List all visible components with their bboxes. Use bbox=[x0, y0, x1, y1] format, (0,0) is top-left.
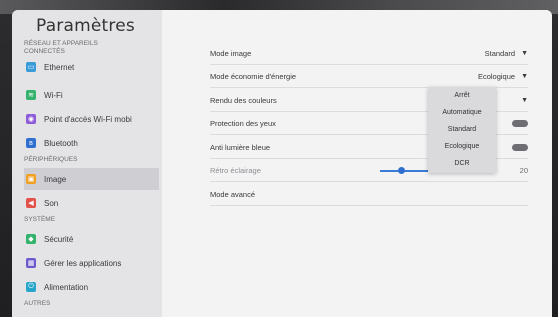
sidebar-item-security[interactable]: ◆ Sécurité bbox=[24, 228, 159, 250]
sidebar-item-label: Ethernet bbox=[44, 62, 75, 72]
dropdown-option[interactable]: Arrêt bbox=[428, 87, 496, 104]
sidebar-item-label: Bluetooth bbox=[44, 138, 78, 148]
dropdown-option[interactable]: Standard bbox=[428, 121, 496, 138]
security-icon: ◆ bbox=[26, 234, 36, 244]
sidebar-item-ethernet[interactable]: ▭ Ethernet bbox=[24, 56, 159, 78]
image-icon: ▣ bbox=[26, 174, 36, 184]
caret-down-icon: ▼ bbox=[521, 50, 528, 57]
settings-screen: Paramètres RÉSEAU ET APPAREILS CONNECTÉS… bbox=[12, 10, 552, 317]
select-value: Ecologique bbox=[477, 72, 516, 81]
sidebar-item-sound[interactable]: ◀ Son bbox=[24, 192, 159, 214]
sidebar-item-label: Son bbox=[44, 198, 59, 208]
row-label: Rendu des couleurs bbox=[210, 96, 277, 105]
section-title-network: RÉSEAU ET APPAREILS CONNECTÉS bbox=[24, 40, 98, 55]
sidebar-item-label: Sécurité bbox=[44, 234, 74, 244]
sound-icon: ◀ bbox=[26, 198, 36, 208]
caret-down-icon: ▼ bbox=[521, 97, 528, 104]
page-title: Paramètres bbox=[36, 16, 135, 36]
section-title-system: SYSTÈME bbox=[24, 216, 56, 223]
row-picture-mode[interactable]: Mode image Standard ▼ bbox=[210, 43, 528, 65]
row-label: Rétro éclairage bbox=[210, 166, 261, 175]
bluetooth-icon: ʙ bbox=[26, 138, 36, 148]
row-label: Mode avancé bbox=[210, 190, 256, 199]
energy-mode-dropdown: Arrêt Automatique Standard Ecologique DC… bbox=[428, 87, 496, 173]
row-label: Anti lumière bleue bbox=[210, 143, 271, 152]
hotspot-icon: ◉ bbox=[26, 114, 36, 124]
sidebar-item-label: Gérer les applications bbox=[44, 258, 122, 268]
caret-down-icon: ▼ bbox=[521, 73, 528, 80]
sidebar: Paramètres RÉSEAU ET APPAREILS CONNECTÉS… bbox=[12, 10, 162, 317]
sidebar-item-label: Wi-Fi bbox=[44, 90, 63, 100]
select-value: Standard bbox=[484, 49, 516, 58]
dropdown-option[interactable]: DCR bbox=[428, 155, 496, 172]
sidebar-item-apps[interactable]: ▦ Gérer les applications bbox=[24, 252, 159, 274]
eye-protection-toggle[interactable] bbox=[512, 120, 528, 127]
row-label: Mode image bbox=[210, 49, 252, 58]
sidebar-item-bluetooth[interactable]: ʙ Bluetooth bbox=[24, 132, 159, 154]
picture-mode-select[interactable]: Standard ▼ bbox=[485, 49, 528, 58]
blue-light-toggle[interactable] bbox=[512, 144, 528, 151]
backlight-slider-thumb[interactable] bbox=[398, 167, 405, 174]
section-title-peripherals: PÉRIPHÉRIQUES bbox=[24, 156, 78, 163]
sidebar-item-image[interactable]: ▣ Image bbox=[24, 168, 159, 190]
dropdown-option[interactable]: Ecologique bbox=[428, 138, 496, 155]
dropdown-option[interactable]: Automatique bbox=[428, 104, 496, 121]
apps-icon: ▦ bbox=[26, 258, 36, 268]
row-label: Mode économie d'énergie bbox=[210, 72, 297, 81]
section-title-others: AUTRES bbox=[24, 300, 51, 307]
backlight-value: 20 bbox=[519, 166, 528, 175]
sidebar-item-wifi[interactable]: ≋ Wi-Fi bbox=[24, 84, 159, 106]
main-panel: Mode image Standard ▼ Mode économie d'én… bbox=[162, 10, 552, 317]
wifi-icon: ≋ bbox=[26, 90, 36, 100]
row-label: Protection des yeux bbox=[210, 119, 276, 128]
color-rendering-select[interactable]: ▼ bbox=[515, 97, 528, 104]
sidebar-item-label: Alimentation bbox=[44, 282, 89, 292]
energy-saving-select[interactable]: Ecologique ▼ bbox=[478, 72, 528, 81]
ethernet-icon: ▭ bbox=[26, 62, 36, 72]
sidebar-item-hotspot[interactable]: ◉ Point d'accès Wi-Fi mobi bbox=[24, 108, 159, 130]
power-icon: ⏻ bbox=[26, 282, 36, 292]
sidebar-item-label: Point d'accès Wi-Fi mobi bbox=[44, 114, 132, 124]
sidebar-item-power[interactable]: ⏻ Alimentation bbox=[24, 276, 159, 298]
row-advanced-mode[interactable]: Mode avancé bbox=[210, 184, 528, 206]
sidebar-item-label: Image bbox=[44, 174, 67, 184]
row-energy-saving[interactable]: Mode économie d'énergie Ecologique ▼ bbox=[210, 66, 528, 88]
